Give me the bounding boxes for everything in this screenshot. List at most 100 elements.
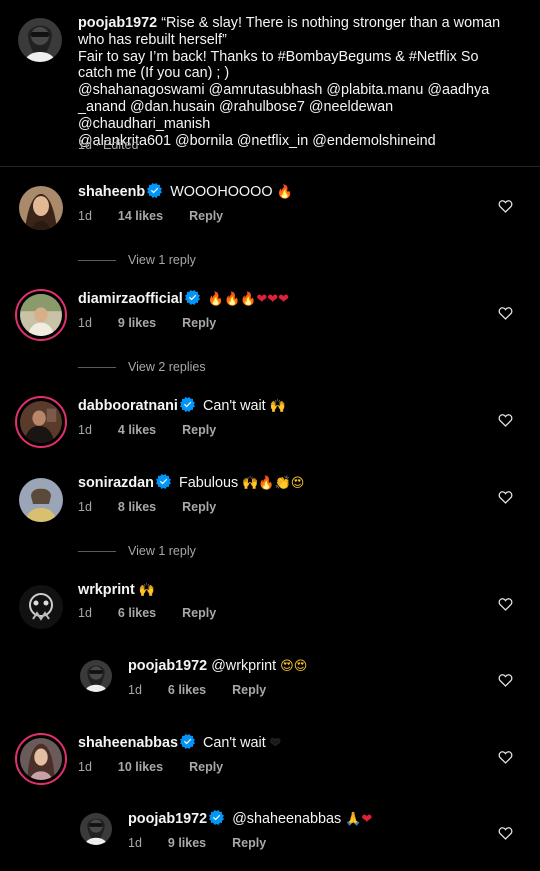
red-heart-emoji-icon: ❤: [267, 292, 279, 307]
like-heart-icon[interactable]: [498, 199, 513, 213]
reply-button[interactable]: Reply: [182, 316, 216, 330]
comment-username[interactable]: sonirazdan: [78, 475, 154, 491]
comment-time: 1d: [78, 316, 92, 330]
red-heart-emoji-icon: ❤: [361, 812, 373, 827]
view-replies-label: View 1 reply: [128, 544, 196, 558]
reply-button[interactable]: Reply: [189, 209, 223, 223]
avatar[interactable]: [19, 478, 63, 522]
profile-photo-icon: [20, 738, 62, 780]
caption-edited: Edited: [103, 138, 139, 152]
comment-time: 1d: [78, 500, 92, 514]
comment-likes[interactable]: 4 likes: [118, 423, 156, 437]
avatar[interactable]: [80, 813, 112, 845]
caption-username[interactable]: poojab1972: [78, 15, 157, 31]
verified-badge-icon: [156, 474, 171, 489]
comment-text: WOOOHOOOO: [170, 184, 273, 200]
black-heart-emoji-icon: ❤: [269, 736, 281, 751]
comment-text[interactable]: @shaheenabbas: [232, 811, 341, 827]
reply-button[interactable]: Reply: [232, 836, 266, 850]
comment-username[interactable]: poojab1972: [128, 658, 207, 674]
comment-likes[interactable]: 9 likes: [168, 836, 206, 850]
comment-time: 1d: [78, 209, 92, 223]
verified-badge-icon: [180, 734, 195, 749]
divider-line: [78, 260, 116, 262]
comment-username[interactable]: poojab1972: [128, 811, 207, 827]
divider-line: [78, 367, 116, 369]
avatar[interactable]: [18, 18, 62, 62]
reply-button[interactable]: Reply: [189, 760, 223, 774]
like-heart-icon[interactable]: [498, 826, 513, 840]
profile-photo-icon: [80, 813, 112, 845]
fire-emoji-icon: 🔥: [223, 292, 241, 307]
folded-hands-emoji-icon: 🙏: [345, 812, 362, 827]
reply-button[interactable]: Reply: [232, 683, 266, 697]
verified-badge-icon: [147, 183, 162, 198]
avatar-story-ring[interactable]: [15, 396, 67, 448]
caption-line-4: catch me (If you can) ; ): [78, 65, 230, 82]
view-replies-button[interactable]: View 2 replies: [78, 360, 206, 374]
heart-eyes-emoji-icon: 😍: [290, 476, 305, 491]
red-heart-emoji-icon: ❤: [278, 292, 290, 307]
verified-badge-icon: [180, 397, 195, 412]
comment-likes[interactable]: 8 likes: [118, 500, 156, 514]
like-heart-icon[interactable]: [498, 306, 513, 320]
comment-text: Can't wait: [202, 398, 266, 414]
profile-photo-icon: [19, 478, 63, 522]
verified-badge-icon: [185, 290, 200, 305]
comment-username[interactable]: dabbooratnani: [78, 398, 178, 414]
caption-line-5[interactable]: @shahanagoswami @amrutasubhash @plabita.…: [78, 82, 518, 99]
raised-hands-emoji-icon: 🙌: [242, 476, 259, 491]
avatar-story-ring[interactable]: [15, 289, 67, 341]
caption-line-6[interactable]: _anand @dan.husain @rahulbose7 @neeldewa…: [78, 99, 518, 133]
avatar-story-ring[interactable]: [15, 733, 67, 785]
caption-line-7[interactable]: @alankrita601 @bornila @netflix_in @ende…: [78, 133, 518, 150]
profile-photo-icon: [18, 18, 62, 62]
comment-likes[interactable]: 6 likes: [118, 606, 156, 620]
avatar[interactable]: [19, 186, 63, 230]
comment-username[interactable]: wrkprint: [78, 582, 135, 598]
clapping-hands-emoji-icon: 👏: [274, 476, 291, 491]
caption-text: poojab1972 “Rise & slay! There is nothin…: [78, 15, 518, 149]
comment-username[interactable]: shaheenb: [78, 184, 145, 200]
avatar[interactable]: [80, 660, 112, 692]
profile-photo-icon: [80, 660, 112, 692]
profile-photo-icon: [20, 294, 62, 336]
reply-button[interactable]: Reply: [182, 500, 216, 514]
divider-line: [78, 551, 116, 553]
caption-line-1: “Rise & slay! There is nothing stronger …: [161, 15, 501, 31]
comment-text: Fabulous: [178, 475, 239, 491]
raised-hands-emoji-icon: 🙌: [269, 399, 286, 414]
caption-meta: 1d · Edited: [78, 138, 139, 152]
comment-username[interactable]: shaheenabbas: [78, 735, 178, 751]
comment-time: 1d: [78, 423, 92, 437]
reply-button[interactable]: Reply: [182, 606, 216, 620]
like-heart-icon[interactable]: [498, 413, 513, 427]
view-replies-label: View 2 replies: [128, 360, 206, 374]
comment-likes[interactable]: 6 likes: [168, 683, 206, 697]
comment-time: 1d: [78, 760, 92, 774]
comment-time: 1d: [78, 606, 92, 620]
comment-likes[interactable]: 10 likes: [118, 760, 163, 774]
fire-emoji-icon: 🔥: [258, 476, 275, 491]
profile-photo-icon: [20, 401, 62, 443]
like-heart-icon[interactable]: [498, 597, 513, 611]
reply-button[interactable]: Reply: [182, 423, 216, 437]
comment-time: 1d: [128, 683, 142, 697]
like-heart-icon[interactable]: [498, 750, 513, 764]
comment-likes[interactable]: 9 likes: [118, 316, 156, 330]
raised-hands-emoji-icon: 🙌: [138, 583, 155, 598]
like-heart-icon[interactable]: [498, 673, 513, 687]
like-heart-icon[interactable]: [498, 490, 513, 504]
profile-photo-icon: [19, 186, 63, 230]
caption-line-2: who has rebuilt herself”: [78, 31, 227, 48]
heart-eyes-emoji-icon: 😍: [293, 659, 308, 674]
profile-photo-icon: [19, 585, 63, 629]
comment-text[interactable]: @wrkprint: [211, 658, 276, 674]
comment-likes[interactable]: 14 likes: [118, 209, 163, 223]
comment-username[interactable]: diamirzaofficial: [78, 291, 183, 307]
view-replies-label: View 1 reply: [128, 253, 196, 267]
comment-text: Can't wait: [202, 735, 266, 751]
avatar[interactable]: [19, 585, 63, 629]
view-replies-button[interactable]: View 1 reply: [78, 253, 196, 267]
view-replies-button[interactable]: View 1 reply: [78, 544, 196, 558]
